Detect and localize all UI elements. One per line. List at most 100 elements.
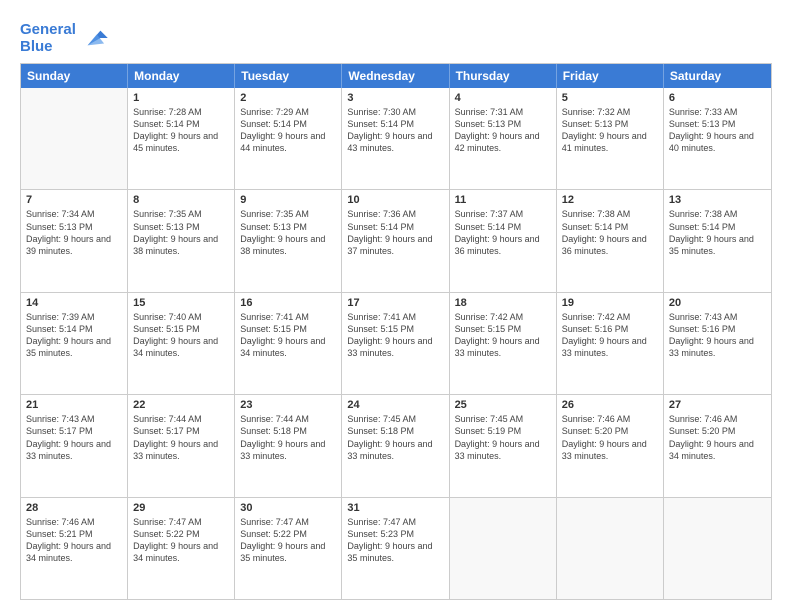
- cell-info: Sunrise: 7:37 AMSunset: 5:14 PMDaylight:…: [455, 208, 551, 257]
- cell-info: Sunrise: 7:45 AMSunset: 5:19 PMDaylight:…: [455, 413, 551, 462]
- calendar-row-3: 14 Sunrise: 7:39 AMSunset: 5:14 PMDayligh…: [21, 293, 771, 395]
- day-number: 13: [669, 194, 766, 206]
- cell-info: Sunrise: 7:44 AMSunset: 5:17 PMDaylight:…: [133, 413, 229, 462]
- calendar-body: 1Sunrise: 7:28 AMSunset: 5:14 PMDaylight…: [21, 88, 771, 599]
- calendar-cell: 5 Sunrise: 7:32 AMSunset: 5:13 PMDaylight…: [557, 88, 664, 189]
- day-number: 21: [26, 399, 122, 411]
- day-number: 29: [133, 502, 229, 514]
- logo-text: General Blue: [20, 22, 76, 55]
- calendar-cell: 20Sunrise: 7:43 AMSunset: 5:16 PMDayligh…: [664, 293, 771, 394]
- day-number: 2: [240, 92, 336, 104]
- cell-info: Sunrise: 7:47 AMSunset: 5:23 PMDaylight:…: [347, 516, 443, 565]
- calendar-cell: 14 Sunrise: 7:39 AMSunset: 5:14 PMDayligh…: [21, 293, 128, 394]
- cell-info: Sunrise: 7:47 AMSunset: 5:22 PMDaylight:…: [240, 516, 336, 565]
- day-number: 31: [347, 502, 443, 514]
- calendar-row-1: 1Sunrise: 7:28 AMSunset: 5:14 PMDaylight…: [21, 88, 771, 190]
- day-number: 22: [133, 399, 229, 411]
- calendar-cell: 8Sunrise: 7:35 AMSunset: 5:13 PMDaylight…: [128, 190, 235, 291]
- calendar-cell: 2 Sunrise: 7:29 AMSunset: 5:14 PMDaylight…: [235, 88, 342, 189]
- calendar-row-2: 7Sunrise: 7:34 AMSunset: 5:13 PMDaylight…: [21, 190, 771, 292]
- calendar-cell: 4 Sunrise: 7:31 AMSunset: 5:13 PMDaylight…: [450, 88, 557, 189]
- calendar-cell: 1Sunrise: 7:28 AMSunset: 5:14 PMDaylight…: [128, 88, 235, 189]
- header-day-saturday: Saturday: [664, 64, 771, 88]
- day-number: 19: [562, 297, 658, 309]
- calendar-cell: 27 Sunrise: 7:46 AMSunset: 5:20 PMDayligh…: [664, 395, 771, 496]
- cell-info: Sunrise: 7:35 AMSunset: 5:13 PMDaylight:…: [240, 208, 336, 257]
- cell-info: Sunrise: 7:40 AMSunset: 5:15 PMDaylight:…: [133, 311, 229, 360]
- cell-info: Sunrise: 7:41 AMSunset: 5:15 PMDaylight:…: [347, 311, 443, 360]
- calendar-row-5: 28 Sunrise: 7:46 AMSunset: 5:21 PMDayligh…: [21, 498, 771, 599]
- logo: General Blue: [20, 22, 108, 55]
- day-number: 5: [562, 92, 658, 104]
- cell-info: Sunrise: 7:43 AMSunset: 5:17 PMDaylight:…: [26, 413, 122, 462]
- calendar-cell: [450, 498, 557, 599]
- cell-info: Sunrise: 7:32 AMSunset: 5:13 PMDaylight:…: [562, 106, 658, 155]
- calendar-cell: 25 Sunrise: 7:45 AMSunset: 5:19 PMDayligh…: [450, 395, 557, 496]
- calendar-cell: 18Sunrise: 7:42 AMSunset: 5:15 PMDayligh…: [450, 293, 557, 394]
- day-number: 11: [455, 194, 551, 206]
- day-number: 6: [669, 92, 766, 104]
- calendar-cell: 3Sunrise: 7:30 AMSunset: 5:14 PMDaylight…: [342, 88, 449, 189]
- day-number: 24: [347, 399, 443, 411]
- page: General Blue SundayMondayTuesdayWednesda…: [0, 0, 792, 612]
- day-number: 16: [240, 297, 336, 309]
- day-number: 17: [347, 297, 443, 309]
- day-number: 27: [669, 399, 766, 411]
- calendar-cell: 30 Sunrise: 7:47 AMSunset: 5:22 PMDayligh…: [235, 498, 342, 599]
- header: General Blue: [20, 18, 772, 55]
- cell-info: Sunrise: 7:43 AMSunset: 5:16 PMDaylight:…: [669, 311, 766, 360]
- day-number: 30: [240, 502, 336, 514]
- cell-info: Sunrise: 7:36 AMSunset: 5:14 PMDaylight:…: [347, 208, 443, 257]
- header-day-tuesday: Tuesday: [235, 64, 342, 88]
- calendar-cell: [664, 498, 771, 599]
- calendar-cell: [557, 498, 664, 599]
- day-number: 28: [26, 502, 122, 514]
- day-number: 3: [347, 92, 443, 104]
- logo-icon: [80, 27, 108, 49]
- day-number: 23: [240, 399, 336, 411]
- day-number: 4: [455, 92, 551, 104]
- calendar-cell: 19 Sunrise: 7:42 AMSunset: 5:16 PMDayligh…: [557, 293, 664, 394]
- cell-info: Sunrise: 7:47 AMSunset: 5:22 PMDaylight:…: [133, 516, 229, 565]
- cell-info: Sunrise: 7:46 AMSunset: 5:20 PMDaylight:…: [669, 413, 766, 462]
- cell-info: Sunrise: 7:29 AMSunset: 5:14 PMDaylight:…: [240, 106, 336, 155]
- calendar-cell: 31 Sunrise: 7:47 AMSunset: 5:23 PMDayligh…: [342, 498, 449, 599]
- day-number: 18: [455, 297, 551, 309]
- day-number: 15: [133, 297, 229, 309]
- calendar-cell: 26 Sunrise: 7:46 AMSunset: 5:20 PMDayligh…: [557, 395, 664, 496]
- cell-info: Sunrise: 7:38 AMSunset: 5:14 PMDaylight:…: [669, 208, 766, 257]
- day-number: 1: [133, 92, 229, 104]
- header-day-friday: Friday: [557, 64, 664, 88]
- calendar-cell: 21 Sunrise: 7:43 AMSunset: 5:17 PMDayligh…: [21, 395, 128, 496]
- calendar-cell: [21, 88, 128, 189]
- calendar-cell: 7Sunrise: 7:34 AMSunset: 5:13 PMDaylight…: [21, 190, 128, 291]
- cell-info: Sunrise: 7:38 AMSunset: 5:14 PMDaylight:…: [562, 208, 658, 257]
- header-day-wednesday: Wednesday: [342, 64, 449, 88]
- cell-info: Sunrise: 7:33 AMSunset: 5:13 PMDaylight:…: [669, 106, 766, 155]
- day-number: 14: [26, 297, 122, 309]
- calendar-cell: 9 Sunrise: 7:35 AMSunset: 5:13 PMDaylight…: [235, 190, 342, 291]
- calendar-row-4: 21 Sunrise: 7:43 AMSunset: 5:17 PMDayligh…: [21, 395, 771, 497]
- day-number: 9: [240, 194, 336, 206]
- cell-info: Sunrise: 7:45 AMSunset: 5:18 PMDaylight:…: [347, 413, 443, 462]
- calendar-cell: 23Sunrise: 7:44 AMSunset: 5:18 PMDayligh…: [235, 395, 342, 496]
- day-number: 25: [455, 399, 551, 411]
- cell-info: Sunrise: 7:39 AMSunset: 5:14 PMDaylight:…: [26, 311, 122, 360]
- calendar-cell: 22 Sunrise: 7:44 AMSunset: 5:17 PMDayligh…: [128, 395, 235, 496]
- cell-info: Sunrise: 7:31 AMSunset: 5:13 PMDaylight:…: [455, 106, 551, 155]
- calendar-cell: 16 Sunrise: 7:41 AMSunset: 5:15 PMDayligh…: [235, 293, 342, 394]
- calendar-cell: 24 Sunrise: 7:45 AMSunset: 5:18 PMDayligh…: [342, 395, 449, 496]
- day-number: 8: [133, 194, 229, 206]
- header-day-monday: Monday: [128, 64, 235, 88]
- day-number: 12: [562, 194, 658, 206]
- cell-info: Sunrise: 7:42 AMSunset: 5:16 PMDaylight:…: [562, 311, 658, 360]
- calendar-header: SundayMondayTuesdayWednesdayThursdayFrid…: [21, 64, 771, 88]
- day-number: 26: [562, 399, 658, 411]
- cell-info: Sunrise: 7:46 AMSunset: 5:21 PMDaylight:…: [26, 516, 122, 565]
- cell-info: Sunrise: 7:41 AMSunset: 5:15 PMDaylight:…: [240, 311, 336, 360]
- calendar-cell: 10Sunrise: 7:36 AMSunset: 5:14 PMDayligh…: [342, 190, 449, 291]
- calendar-cell: 13 Sunrise: 7:38 AMSunset: 5:14 PMDayligh…: [664, 190, 771, 291]
- cell-info: Sunrise: 7:34 AMSunset: 5:13 PMDaylight:…: [26, 208, 122, 257]
- calendar-cell: 11 Sunrise: 7:37 AMSunset: 5:14 PMDayligh…: [450, 190, 557, 291]
- cell-info: Sunrise: 7:46 AMSunset: 5:20 PMDaylight:…: [562, 413, 658, 462]
